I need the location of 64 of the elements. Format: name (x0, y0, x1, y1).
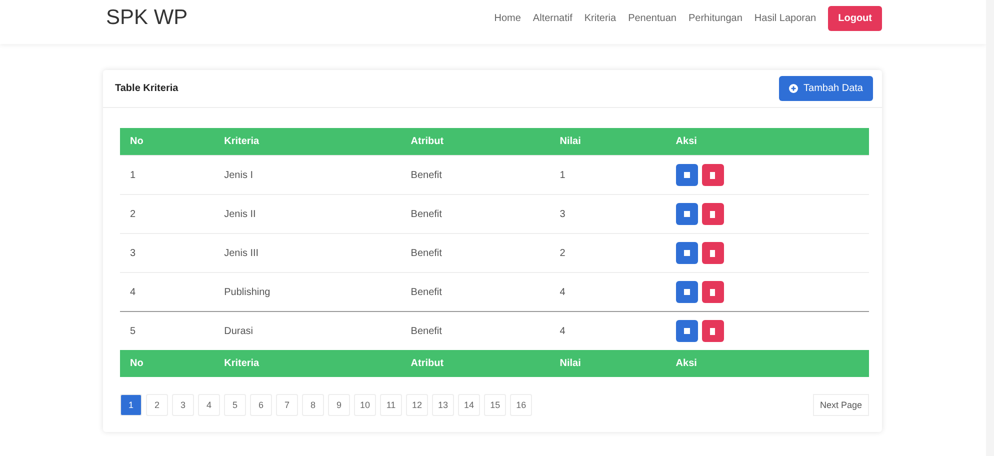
delete-button[interactable] (702, 164, 724, 186)
table-cell: 3 (120, 234, 214, 272)
column-header: Nilai (550, 350, 666, 377)
column-header: Nilai (550, 128, 666, 156)
table-cell: Benefit (400, 194, 550, 234)
page-button[interactable]: 7 (276, 394, 298, 416)
table-cell: 3 (550, 194, 666, 234)
table-cell: Jenis II (214, 194, 401, 234)
table-cell: Jenis I (214, 156, 401, 194)
card-title: Table Kriteria (115, 83, 178, 94)
nav-link[interactable]: Kriteria (584, 12, 616, 24)
plus-circle-icon (788, 84, 798, 93)
column-header: Atribut (400, 128, 550, 156)
table-cell: 2 (120, 194, 214, 234)
table-cell: Benefit (400, 272, 550, 312)
table-cell: 2 (550, 234, 666, 272)
logout-button[interactable]: Logout (828, 6, 882, 30)
page-button[interactable]: 14 (458, 394, 480, 416)
page-button[interactable]: 6 (250, 394, 272, 416)
delete-button[interactable] (702, 320, 724, 342)
page-button[interactable]: 12 (406, 394, 428, 416)
table-cell: 1 (550, 156, 666, 194)
table-cell: 1 (120, 156, 214, 194)
column-header: Kriteria (214, 350, 401, 377)
table-cell: Publishing (214, 272, 401, 312)
delete-button[interactable] (702, 203, 724, 225)
edit-button[interactable] (676, 164, 698, 186)
nav-link[interactable]: Alternatif (532, 12, 572, 24)
page-button[interactable]: 11 (380, 394, 402, 416)
edit-button[interactable] (676, 320, 698, 342)
column-header: No (120, 128, 214, 156)
column-header: Aksi (666, 128, 869, 156)
page-button[interactable]: 16 (510, 394, 532, 416)
delete-button[interactable] (702, 281, 724, 303)
edit-button[interactable] (676, 242, 698, 264)
column-header: No (120, 350, 214, 377)
page-button[interactable]: 2 (146, 394, 168, 416)
page-button[interactable]: 15 (484, 394, 506, 416)
table-cell: 4 (550, 272, 666, 312)
page-button[interactable]: 13 (432, 394, 454, 416)
delete-button[interactable] (702, 242, 724, 264)
brand-title: SPK WP (106, 6, 188, 30)
table-cell: Benefit (400, 234, 550, 272)
page-button[interactable]: 4 (198, 394, 220, 416)
column-header: Atribut (400, 350, 550, 377)
next-page-button[interactable]: Next Page (812, 394, 869, 416)
page-button[interactable]: 10 (354, 394, 376, 416)
nav-link[interactable]: Home (494, 12, 521, 24)
page-button[interactable]: 9 (328, 394, 350, 416)
nav-link[interactable]: Hasil Laporan (754, 12, 816, 24)
page-button[interactable]: 3 (172, 394, 194, 416)
table-cell: 4 (120, 272, 214, 312)
page-button[interactable]: 5 (224, 394, 246, 416)
nav-link[interactable]: Perhitungan (688, 12, 742, 24)
edit-button[interactable] (676, 281, 698, 303)
page-button[interactable]: 8 (302, 394, 324, 416)
edit-button[interactable] (676, 203, 698, 225)
page-button[interactable]: 1 (120, 394, 142, 416)
column-header: Kriteria (214, 128, 401, 156)
add-button[interactable]: Tambah Data (778, 76, 873, 101)
column-header: Aksi (666, 350, 869, 377)
table-cell: Benefit (400, 156, 550, 194)
table-cell: Jenis III (214, 234, 401, 272)
nav-link[interactable]: Penentuan (628, 12, 676, 24)
